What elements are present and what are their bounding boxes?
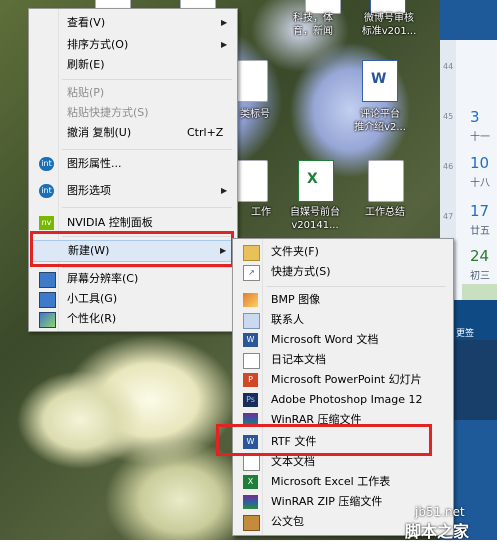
document-icon[interactable]	[368, 160, 404, 202]
shortcut-icon: ↗	[243, 265, 260, 281]
intel-icon: int	[39, 157, 54, 171]
menu-item-nvidia-control-panel[interactable]: nv NVIDIA 控制面板	[31, 213, 235, 233]
submenu-arrow-icon: ▶	[221, 186, 228, 195]
winrar-zip-icon	[243, 495, 258, 509]
calendar-lunar: 十一	[470, 132, 490, 143]
menu-item-paste-shortcut[interactable]: 粘贴快捷方式(S)	[31, 103, 235, 123]
monitor-icon	[39, 272, 56, 288]
nvidia-icon: nv	[39, 216, 54, 230]
calendar-lunar: 初三	[470, 271, 490, 282]
gadget-icon	[39, 292, 56, 308]
personalize-icon	[39, 312, 56, 328]
word-w-glyph: W	[371, 71, 387, 87]
week-number: 47	[443, 212, 454, 221]
submenu-item-photoshop[interactable]: Ps Adobe Photoshop Image 12	[235, 390, 451, 410]
desktop-icon-label[interactable]: 自媒号前台 v20141...	[280, 206, 350, 232]
desktop-icon-label[interactable]: 微博号审核 标准v201...	[354, 12, 424, 38]
menu-item-gadgets[interactable]: 小工具(G)	[31, 289, 235, 309]
calendar-day[interactable]: 24	[470, 247, 489, 265]
submenu-item-contact[interactable]: 联系人	[235, 310, 451, 330]
calendar-day[interactable]: 3	[470, 108, 480, 126]
menu-item-sort[interactable]: 排序方式(O) ▶	[31, 35, 235, 55]
watermark-name: 脚本之家	[405, 522, 470, 541]
menu-item-view[interactable]: 查看(V) ▶	[31, 13, 235, 33]
submenu-arrow-icon: ▶	[221, 40, 228, 49]
intel-icon: int	[39, 184, 54, 198]
menu-separator	[62, 149, 232, 150]
submenu-item-journal[interactable]: 日记本文档	[235, 350, 451, 370]
desktop-icon-label[interactable]: 科技，体 育，新闻	[278, 12, 348, 38]
menu-separator	[62, 267, 232, 268]
calendar-day[interactable]: 10	[470, 154, 489, 172]
menu-separator	[62, 79, 232, 80]
journal-icon	[243, 353, 260, 369]
submenu-item-powerpoint[interactable]: P Microsoft PowerPoint 幻灯片	[235, 370, 451, 390]
shortcut-text: Ctrl+Z	[187, 126, 224, 139]
folder-icon	[243, 245, 260, 261]
calendar-lunar: 十八	[470, 178, 490, 189]
week-number: 46	[443, 162, 454, 171]
excel-x-glyph: X	[307, 171, 318, 187]
contact-icon	[243, 313, 260, 329]
menu-separator	[266, 286, 446, 287]
menu-item-graphics-options[interactable]: int 图形选项 ▶	[31, 181, 235, 201]
menu-item-refresh[interactable]: 刷新(E)	[31, 55, 235, 75]
submenu-item-folder[interactable]: 文件夹(F)	[235, 242, 451, 262]
bmp-icon	[243, 293, 258, 307]
menu-item-paste[interactable]: 粘贴(P)	[31, 83, 235, 103]
powerpoint-icon: P	[243, 373, 258, 387]
desktop-icon-label[interactable]: 评论平台 推介绍v2...	[345, 108, 415, 134]
menu-separator	[62, 207, 232, 208]
submenu-arrow-icon: ▶	[221, 18, 228, 27]
submenu-item-shortcut[interactable]: ↗ 快捷方式(S)	[235, 262, 451, 282]
desktop-context-menu: 查看(V) ▶ 排序方式(O) ▶ 刷新(E) 粘贴(P) 粘贴快捷方式(S) …	[28, 8, 238, 332]
new-submenu: 文件夹(F) ↗ 快捷方式(S) BMP 图像 联系人 W Microsoft …	[232, 238, 454, 536]
menu-item-screen-resolution[interactable]: 屏幕分辨率(C)	[31, 269, 235, 289]
submenu-item-excel[interactable]: X Microsoft Excel 工作表	[235, 472, 451, 492]
calendar-day[interactable]: 17	[470, 202, 489, 220]
menu-item-personalize[interactable]: 个性化(R)	[31, 309, 235, 329]
highlight-box-new	[30, 231, 234, 267]
watermark-site: jb51.net	[415, 505, 465, 519]
menu-item-graphics-properties[interactable]: int 图形属性...	[31, 154, 235, 174]
photoshop-icon: Ps	[243, 393, 258, 407]
excel-icon: X	[243, 475, 258, 489]
week-number: 44	[443, 62, 454, 71]
briefcase-icon	[243, 515, 260, 531]
text-icon	[243, 455, 260, 471]
word-doc-icon[interactable]: W	[362, 60, 398, 102]
word-icon: W	[243, 333, 258, 347]
highlight-box-rtf	[216, 424, 432, 456]
submenu-item-word[interactable]: W Microsoft Word 文档	[235, 330, 451, 350]
desktop-icon-label[interactable]: 工作总结	[350, 206, 420, 219]
week-number: 45	[443, 112, 454, 121]
calendar-lunar: 廿五	[470, 226, 490, 237]
excel-doc-icon[interactable]: X	[298, 160, 334, 202]
submenu-item-bmp[interactable]: BMP 图像	[235, 290, 451, 310]
menu-item-undo-copy[interactable]: 撤消 复制(U) Ctrl+Z	[31, 123, 235, 143]
notes-label[interactable]: 更签	[456, 326, 474, 339]
